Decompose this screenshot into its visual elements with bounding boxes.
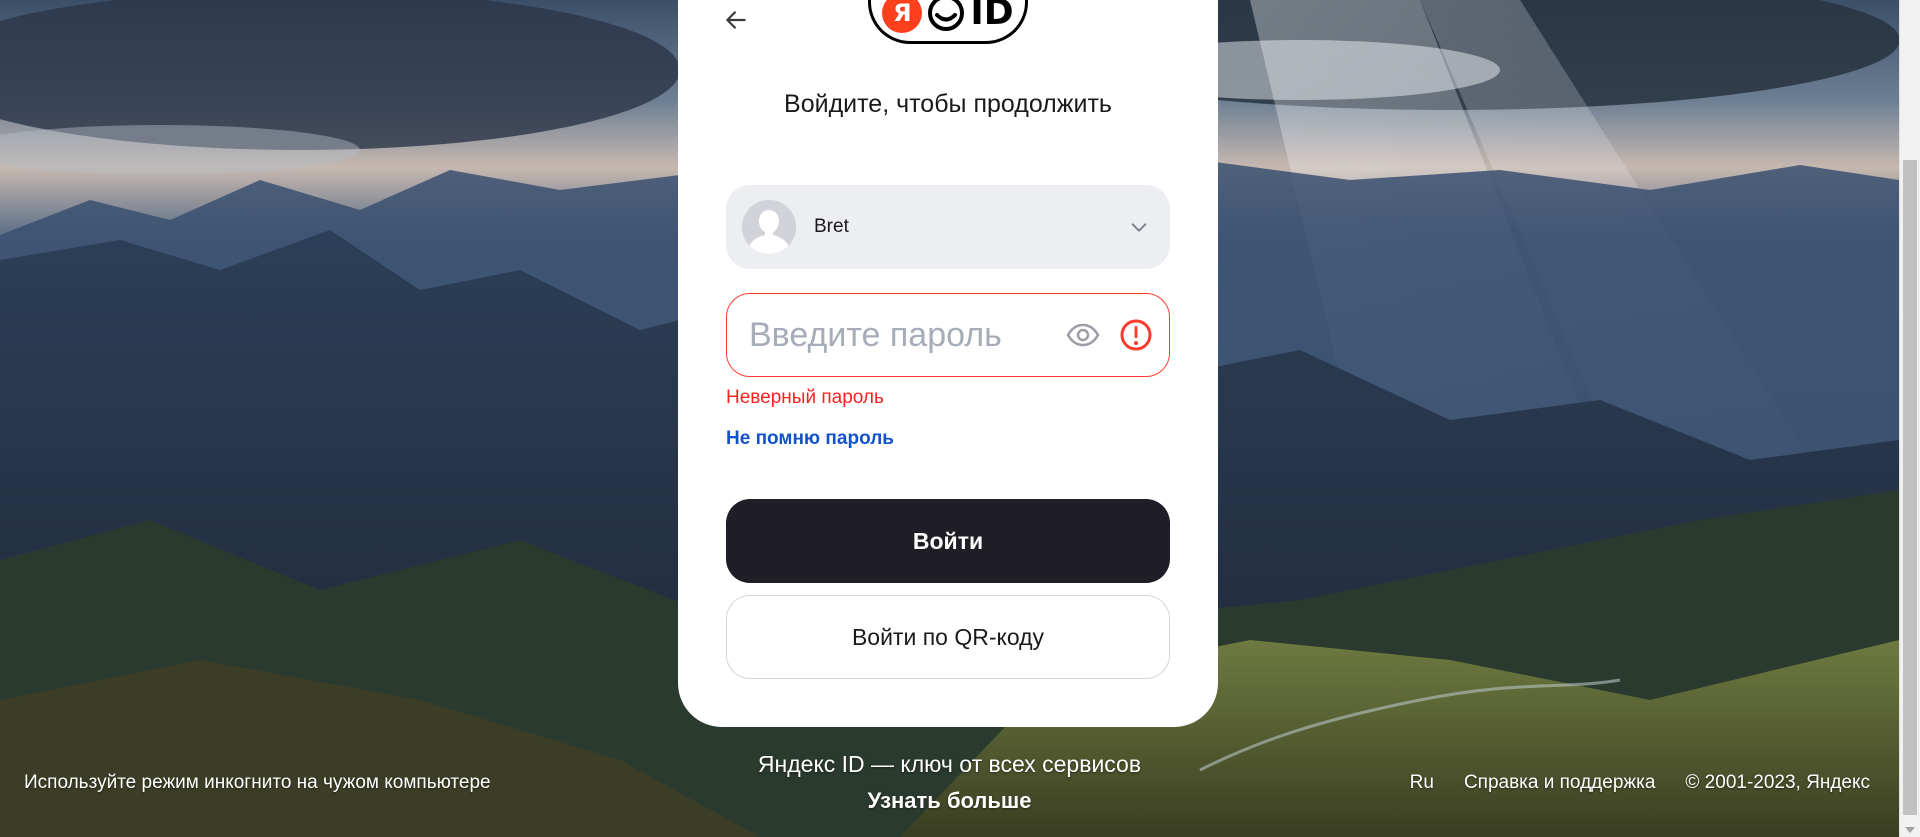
back-button[interactable]: [718, 2, 754, 38]
scrollbar[interactable]: [1899, 0, 1920, 837]
eye-icon[interactable]: [1065, 317, 1101, 353]
password-error: Неверный пароль: [726, 387, 884, 408]
login-button[interactable]: Войти: [726, 499, 1170, 583]
password-field[interactable]: [726, 293, 1170, 377]
help-link[interactable]: Справка и поддержка: [1464, 772, 1655, 794]
qr-login-button[interactable]: Войти по QR-коду: [726, 595, 1170, 679]
account-selector[interactable]: Bret: [726, 185, 1170, 269]
logo-id: ID: [970, 0, 1014, 33]
arrow-left-icon: [726, 11, 746, 29]
chevron-down-icon: [1131, 223, 1147, 232]
forgot-password-link[interactable]: Не помню пароль: [726, 428, 894, 450]
account-name: Bret: [814, 216, 849, 237]
logo-ya: Я: [882, 0, 923, 33]
language-switch[interactable]: Ru: [1410, 772, 1434, 794]
smile-icon: [928, 0, 965, 31]
avatar: [742, 200, 796, 254]
user-silhouette-icon: [742, 200, 796, 254]
scroll-down-arrow-icon[interactable]: [1905, 827, 1915, 833]
page-title: Войдите, чтобы продолжить: [784, 90, 1112, 118]
password-input[interactable]: [749, 315, 1065, 355]
login-card: Я ID Войдите, чтобы продолжить Bret Неве…: [678, 0, 1218, 727]
footer-links: Ru Справка и поддержка © 2001-2023, Янде…: [1410, 772, 1870, 794]
yandex-id-logo: Я ID: [868, 0, 1028, 44]
exclamation-circle-icon: [1120, 319, 1152, 351]
scroll-thumb[interactable]: [1903, 160, 1917, 815]
copyright: © 2001-2023, Яндекс: [1685, 772, 1870, 793]
